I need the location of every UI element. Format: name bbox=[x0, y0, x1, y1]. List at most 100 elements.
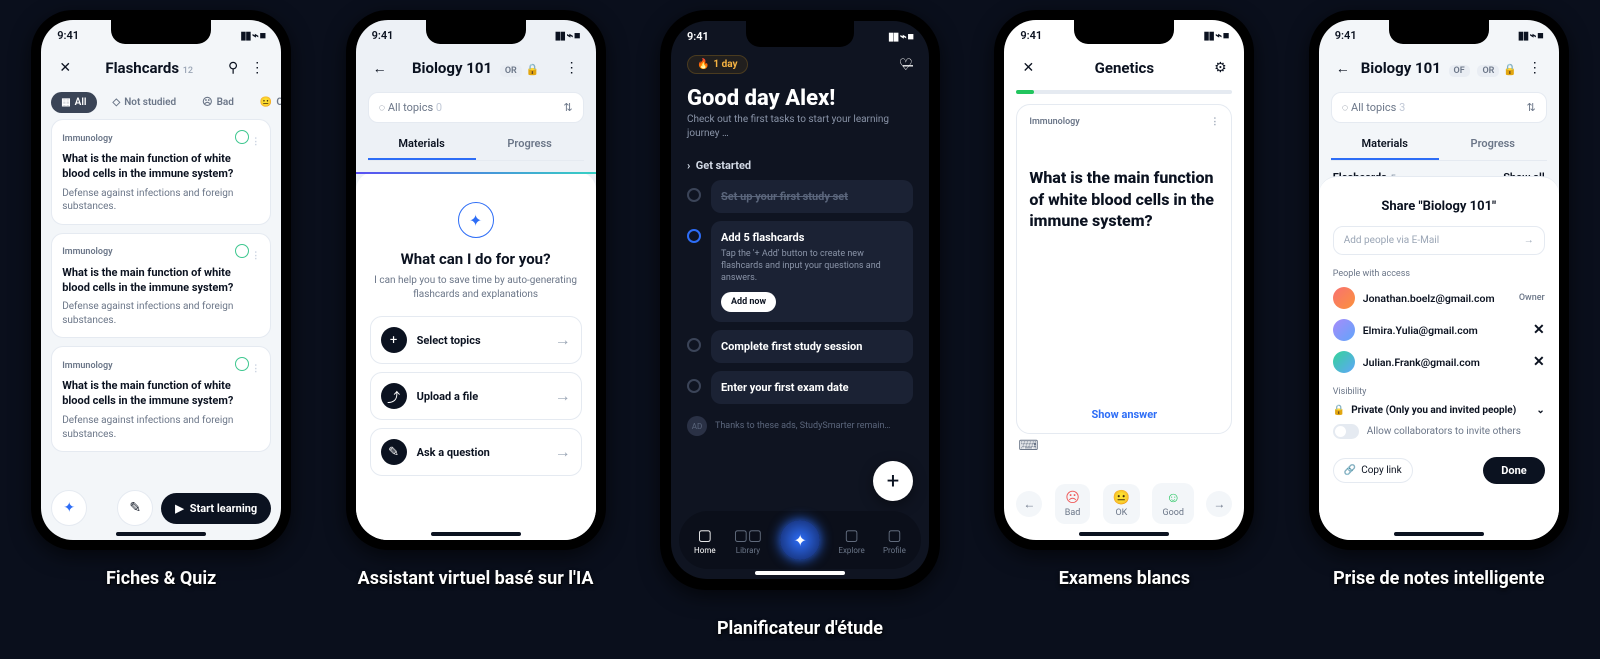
tab-progress[interactable]: Progress bbox=[1439, 129, 1547, 160]
share-sheet: Share "Biology 101" Add people via E-Mai… bbox=[1319, 176, 1559, 540]
rate-ok[interactable]: 😐OK bbox=[1103, 484, 1140, 524]
chip-all[interactable]: ▦ All bbox=[51, 92, 96, 113]
bottom-nav: ▢Home ▢▢Library ✦ ▢Explore ▢Profile bbox=[679, 511, 921, 569]
caption: Prise de notes intelligente bbox=[1333, 568, 1544, 589]
more-icon[interactable]: ⋮ bbox=[560, 56, 584, 80]
email-input[interactable]: Add people via E-Mail→ bbox=[1333, 226, 1545, 255]
streak-badge[interactable]: 🔥 1 day bbox=[687, 55, 748, 74]
more-icon[interactable]: ⋮ bbox=[245, 56, 269, 80]
flashcard[interactable]: Immunology ⋮ What is the main function o… bbox=[51, 346, 271, 452]
option-ask-question[interactable]: ✎Ask a question→ bbox=[370, 428, 582, 476]
nav-profile[interactable]: ▢Profile bbox=[883, 526, 906, 555]
chevron-down-icon: ⌄ bbox=[1536, 405, 1544, 416]
ai-bottom-sheet: ✦ What can I do for you? I can help you … bbox=[356, 172, 596, 540]
tab-materials[interactable]: Materials bbox=[1331, 129, 1439, 160]
visibility-label: Visibility bbox=[1333, 387, 1545, 397]
tab-materials[interactable]: Materials bbox=[368, 129, 476, 160]
flashcard[interactable]: Immunology ⋮ What is the main function o… bbox=[51, 119, 271, 225]
toggle[interactable] bbox=[1333, 424, 1359, 439]
step-complete-session[interactable]: Complete first study session bbox=[687, 330, 913, 363]
sheet-subtitle: I can help you to save time by auto-gene… bbox=[370, 274, 582, 302]
avatar bbox=[1333, 287, 1355, 309]
page-title: Genetics bbox=[1040, 59, 1208, 77]
submit-icon[interactable]: → bbox=[1524, 235, 1534, 246]
nav-library[interactable]: ▢▢Library bbox=[734, 526, 762, 555]
progress-bar bbox=[1016, 90, 1232, 94]
nav-home[interactable]: ▢Home bbox=[694, 526, 716, 555]
gear-icon[interactable]: ⚙ bbox=[1208, 56, 1232, 80]
greeting: Good day Alex! bbox=[671, 78, 929, 113]
phone-share: 9:41▮▮ ⌁ ■ ← Biology 101 OF OR 🔒 ⋮ ◌ All… bbox=[1309, 10, 1569, 589]
lock-icon: 🔒 bbox=[525, 63, 539, 76]
remove-icon[interactable]: ✕ bbox=[1533, 322, 1545, 338]
page-title: Biology 101 bbox=[1361, 59, 1441, 77]
question-text: What is the main function of white blood… bbox=[1029, 167, 1219, 232]
nav-explore[interactable]: ▢Explore bbox=[838, 526, 864, 555]
caption: Examens blancs bbox=[1059, 568, 1190, 589]
step-add-flashcards[interactable]: Add 5 flashcards Tap the '+ Add' button … bbox=[687, 221, 913, 322]
upload-icon: ⤴ bbox=[381, 383, 407, 409]
flashcard[interactable]: Immunology ⋮ What is the main function o… bbox=[51, 233, 271, 339]
home-indicator bbox=[755, 571, 845, 575]
visibility-selector[interactable]: 🔒Private (Only you and invited people)⌄ bbox=[1333, 405, 1545, 416]
back-icon[interactable]: ← bbox=[1331, 56, 1355, 80]
rate-good[interactable]: ☺Good bbox=[1152, 483, 1193, 524]
close-icon[interactable]: ✕ bbox=[1016, 56, 1040, 80]
edit-icon[interactable]: ✎ bbox=[117, 490, 153, 526]
copy-link-button[interactable]: 🔗Copy link bbox=[1333, 458, 1413, 483]
section-get-started[interactable]: › Get started bbox=[671, 151, 929, 180]
option-select-topics[interactable]: +Select topics→ bbox=[370, 316, 582, 364]
rate-bad[interactable]: ☹Bad bbox=[1055, 484, 1091, 524]
option-upload-file[interactable]: ⤴Upload a file→ bbox=[370, 372, 582, 420]
share-title: Share "Biology 101" bbox=[1333, 199, 1545, 214]
bell-icon[interactable]: ♡̶ bbox=[899, 55, 913, 74]
step-exam-date[interactable]: Enter your first exam date bbox=[687, 371, 913, 404]
keyboard-icon[interactable]: ⌨ bbox=[1018, 438, 1038, 454]
plus-icon: + bbox=[381, 327, 407, 353]
smile-icon bbox=[235, 130, 249, 144]
page-title: Biology 101 bbox=[412, 59, 492, 77]
person-row: Elmira.Yulia@gmail.com✕ bbox=[1333, 319, 1545, 341]
next-button[interactable]: → bbox=[1206, 491, 1232, 517]
topic-selector[interactable]: ◌ All topics 0 ⇅ bbox=[368, 92, 584, 123]
pencil-icon: ✎ bbox=[381, 439, 407, 465]
home-indicator bbox=[116, 532, 206, 536]
phone-exam: 9:41▮▮ ⌁ ■ ✕ Genetics ⚙ Immunology⋮ What… bbox=[994, 10, 1254, 589]
person-row: Julian.Frank@gmail.com✕ bbox=[1333, 351, 1545, 373]
more-icon[interactable]: ⋮ bbox=[1210, 117, 1219, 127]
caption: Planificateur d'étude bbox=[717, 618, 883, 639]
chevron-updown-icon: ⇅ bbox=[1527, 101, 1536, 114]
tab-progress[interactable]: Progress bbox=[476, 129, 584, 160]
allow-toggle-row[interactable]: Allow collaborators to invite others bbox=[1333, 424, 1545, 439]
arrow-right-icon: → bbox=[555, 330, 571, 350]
explore-icon: ▢ bbox=[845, 526, 859, 544]
start-learning-button[interactable]: ▶ Start learning bbox=[161, 493, 271, 524]
filter-icon[interactable]: ⚲ bbox=[221, 56, 245, 80]
library-icon: ▢▢ bbox=[734, 526, 762, 544]
lock-icon: 🔒 bbox=[1333, 405, 1345, 416]
question-card[interactable]: Immunology⋮ What is the main function of… bbox=[1016, 104, 1232, 434]
close-icon[interactable]: ✕ bbox=[53, 56, 77, 80]
chip-not-studied[interactable]: ◇ Not studied bbox=[103, 92, 187, 113]
phone-ai-assistant: 9:41▮▮ ⌁ ■ ← Biology 101 OR 🔒 ⋮ ◌ All to… bbox=[346, 10, 606, 589]
done-button[interactable]: Done bbox=[1483, 457, 1544, 484]
add-now-button[interactable]: Add now bbox=[721, 292, 776, 312]
nav-ai[interactable]: ✦ bbox=[780, 520, 820, 560]
ad-banner[interactable]: ADThanks to these ads, StudySmarter rema… bbox=[671, 412, 929, 440]
chevron-updown-icon: ⇅ bbox=[563, 101, 572, 114]
caption: Fiches & Quiz bbox=[106, 568, 216, 589]
ai-sparkle-icon[interactable]: ✦ bbox=[51, 490, 87, 526]
sparkle-icon: ✦ bbox=[458, 202, 494, 238]
chip-ok[interactable]: 😐 Ok bbox=[250, 92, 281, 113]
more-icon[interactable]: ⋮ bbox=[1523, 56, 1547, 80]
person-row: Jonathan.boelz@gmail.comOwner bbox=[1333, 287, 1545, 309]
prev-button[interactable]: ← bbox=[1016, 491, 1042, 517]
topic-selector[interactable]: ◌ All topics 3 ⇅ bbox=[1331, 92, 1547, 123]
fab-add[interactable]: + bbox=[873, 461, 913, 501]
chip-bad[interactable]: ☹ Bad bbox=[192, 92, 244, 113]
back-icon[interactable]: ← bbox=[368, 56, 392, 80]
show-answer-button[interactable]: Show answer bbox=[1029, 408, 1219, 421]
step-setup[interactable]: Set up your first study set bbox=[687, 180, 913, 213]
remove-icon[interactable]: ✕ bbox=[1533, 354, 1545, 370]
rating-bar: ← ☹Bad 😐OK ☺Good → bbox=[1016, 483, 1232, 524]
